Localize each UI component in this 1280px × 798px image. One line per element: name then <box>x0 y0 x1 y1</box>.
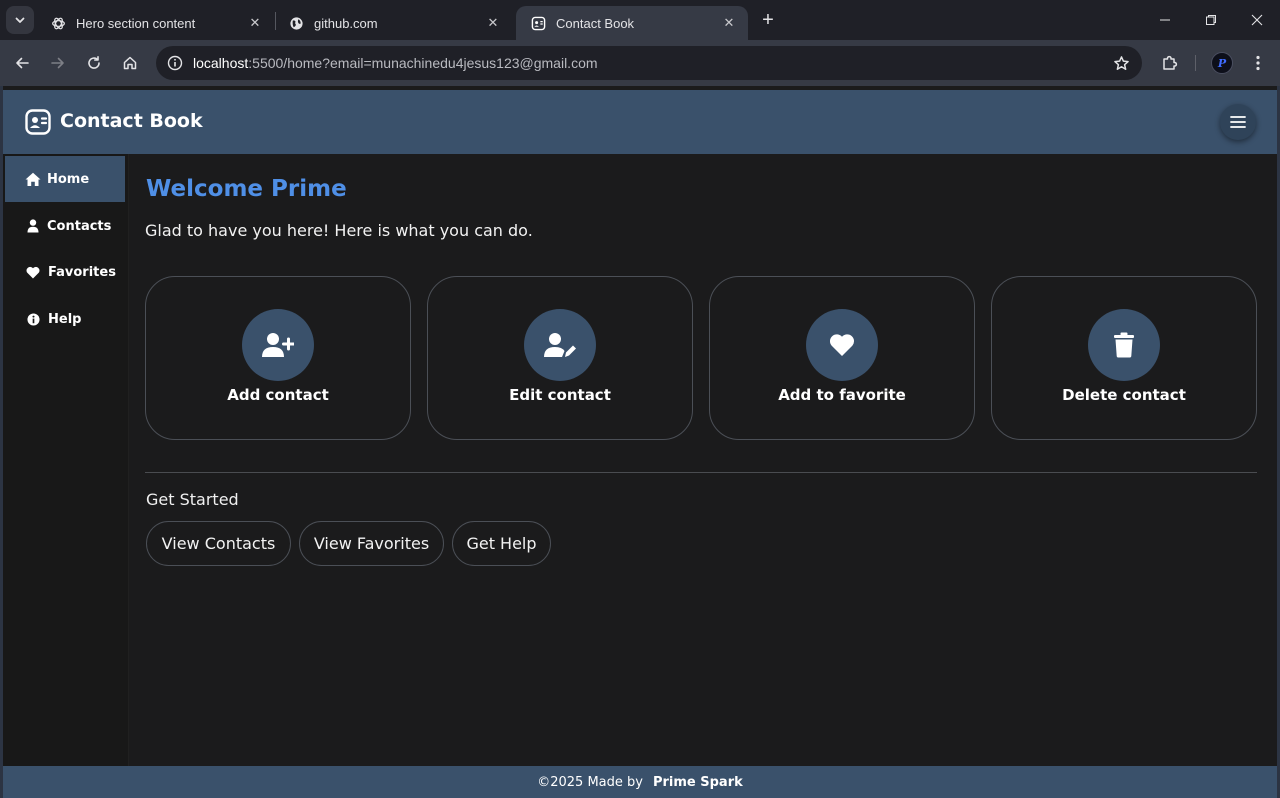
menu-toggle-button[interactable] <box>1220 104 1256 140</box>
new-tab-button[interactable]: + <box>756 8 780 32</box>
url-path: :5500/home?email=munachinedu4jesus123@gm… <box>248 55 598 71</box>
close-icon <box>1251 14 1263 26</box>
heart-icon <box>25 264 41 280</box>
home-icon <box>123 56 137 70</box>
info-icon <box>25 311 41 327</box>
reload-icon <box>88 56 100 69</box>
minimize-button[interactable] <box>1142 0 1188 40</box>
app-header: Contact Book <box>3 90 1277 154</box>
restore-icon <box>1206 15 1216 25</box>
more-vertical-icon <box>1256 55 1260 71</box>
user-icon <box>25 218 41 234</box>
reload-button[interactable] <box>80 49 108 77</box>
sidebar-item-label: Contacts <box>47 218 112 234</box>
app-viewport: Contact Book Home Contacts Favorites Hel… <box>0 86 1280 798</box>
sidebar-item-label: Help <box>48 311 82 327</box>
window-close-button[interactable] <box>1234 0 1280 40</box>
delete-contact-card[interactable]: Delete contact <box>991 276 1257 440</box>
browser-tab-bar: Hero section content ✕ github.com ✕ Cont… <box>0 0 1280 40</box>
url-host: localhost <box>193 55 249 71</box>
footer: ©2025 Made by Prime Spark <box>3 766 1277 798</box>
browser-menu-button[interactable] <box>1246 49 1270 77</box>
footer-text: ©2025 Made by <box>537 774 643 790</box>
sidebar-item-home[interactable]: Home <box>5 156 125 202</box>
add-to-favorite-card[interactable]: Add to favorite <box>709 276 975 440</box>
sidebar-item-help[interactable]: Help <box>5 296 125 342</box>
view-favorites-button[interactable]: View Favorites <box>299 521 444 566</box>
tab-label: Contact Book <box>556 15 635 31</box>
user-edit-icon <box>544 333 576 357</box>
toolbar-separator <box>1195 55 1196 71</box>
site-info-icon[interactable] <box>164 52 186 74</box>
address-bar[interactable]: localhost:5500/home?email=munachinedu4je… <box>156 46 1142 80</box>
tab-label: Hero section content <box>76 15 196 31</box>
card-label: Edit contact <box>509 386 611 404</box>
sidebar-item-favorites[interactable]: Favorites <box>5 249 125 295</box>
page-subtitle: Glad to have you here! Here is what you … <box>145 221 533 240</box>
tab-hero-section[interactable]: Hero section content ✕ <box>36 6 274 40</box>
brand-title: Contact Book <box>60 110 203 132</box>
trash-icon <box>1114 332 1134 358</box>
sidebar: Home Contacts Favorites Help <box>3 154 129 766</box>
card-icon-circle <box>806 309 878 381</box>
add-contact-card[interactable]: Add contact <box>145 276 411 440</box>
globe-icon <box>288 15 304 31</box>
view-contacts-button[interactable]: View Contacts <box>146 521 291 566</box>
card-icon-circle <box>242 309 314 381</box>
card-label: Add contact <box>227 386 329 404</box>
home-icon <box>25 171 41 187</box>
section-divider <box>145 472 1257 473</box>
forward-button[interactable] <box>44 49 72 77</box>
page-title: Welcome Prime <box>146 176 347 202</box>
restore-button[interactable] <box>1188 0 1234 40</box>
close-icon[interactable]: ✕ <box>720 14 738 32</box>
footer-author: Prime Spark <box>652 774 743 790</box>
get-help-button[interactable]: Get Help <box>452 521 551 566</box>
tab-contact-book[interactable]: Contact Book ✕ <box>516 6 748 40</box>
minimize-icon <box>1160 19 1170 21</box>
close-icon[interactable]: ✕ <box>246 14 264 32</box>
sidebar-item-contacts[interactable]: Contacts <box>5 203 125 249</box>
user-plus-icon <box>262 333 294 357</box>
sidebar-item-label: Home <box>47 171 90 187</box>
profile-avatar[interactable]: P <box>1211 52 1233 74</box>
contact-book-icon <box>25 109 51 135</box>
card-label: Delete contact <box>1062 386 1186 404</box>
get-started-heading: Get Started <box>146 490 239 509</box>
tab-search-button[interactable] <box>6 6 34 34</box>
contact-book-icon <box>530 15 546 31</box>
bookmark-star-icon[interactable] <box>1112 54 1130 72</box>
openai-icon <box>50 15 66 31</box>
card-icon-circle <box>524 309 596 381</box>
heart-icon <box>829 334 855 356</box>
main-content: Welcome Prime Glad to have you here! Her… <box>129 154 1277 766</box>
arrow-right-icon <box>51 57 64 69</box>
home-button[interactable] <box>116 49 144 77</box>
card-label: Add to favorite <box>778 386 906 404</box>
url-text: localhost:5500/home?email=munachinedu4je… <box>193 55 598 71</box>
back-button[interactable] <box>8 49 36 77</box>
sidebar-item-label: Favorites <box>48 264 116 280</box>
tab-label: github.com <box>314 15 378 31</box>
extensions-button[interactable] <box>1156 49 1184 77</box>
puzzle-icon <box>1163 55 1178 70</box>
edit-contact-card[interactable]: Edit contact <box>427 276 693 440</box>
tab-github[interactable]: github.com ✕ <box>274 6 512 40</box>
browser-toolbar: localhost:5500/home?email=munachinedu4je… <box>0 40 1280 86</box>
hamburger-icon <box>1230 116 1246 128</box>
chevron-down-icon <box>15 17 25 23</box>
close-icon[interactable]: ✕ <box>484 14 502 32</box>
arrow-left-icon <box>16 57 29 69</box>
card-icon-circle <box>1088 309 1160 381</box>
